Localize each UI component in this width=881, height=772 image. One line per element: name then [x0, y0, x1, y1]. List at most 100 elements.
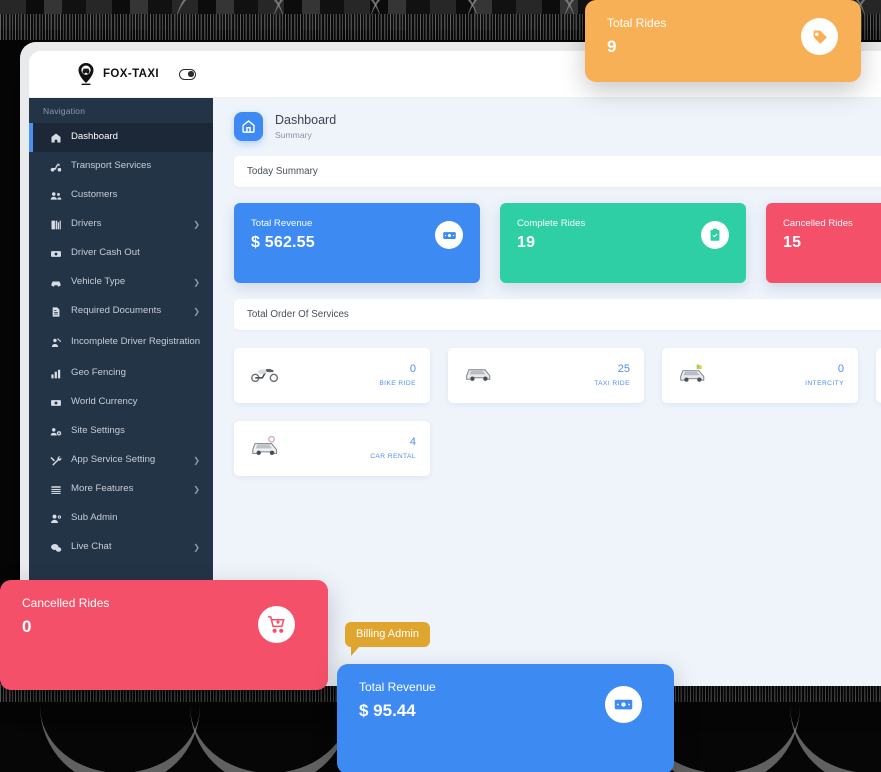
sidebar-item-label: Incomplete Driver Registration [71, 336, 201, 348]
sidebar-title: Navigation [43, 106, 86, 116]
settings-users-icon [49, 426, 62, 438]
service-count: 4 [409, 436, 416, 448]
sidebar-item-label: Sub Admin [71, 512, 118, 524]
sidebar-item-label: Vehicle Type [71, 276, 126, 288]
page-subtitle: Summary [275, 129, 312, 140]
cash-icon [49, 248, 62, 260]
service-name: CAR RENTAL [370, 453, 416, 460]
service-name: BIKE RIDE [379, 380, 416, 387]
decorative-scallop [40, 700, 200, 772]
cart-icon [258, 606, 295, 643]
service-card-row-1: 0 BIKE RIDE 25 TAXI RIDE 0 INTERCITY [234, 348, 881, 403]
sidebar-item-customers[interactable]: Customers [29, 181, 213, 210]
money-icon [49, 397, 62, 409]
sidebar-item-label: Transport Services [71, 160, 152, 172]
tools-icon [49, 455, 62, 467]
chevron-right-icon: ❯ [193, 543, 200, 552]
home-icon [234, 112, 263, 141]
users-icon [49, 190, 62, 202]
sidebar-item-label: Geo Fencing [71, 367, 126, 379]
service-card-bike-ride[interactable]: 0 BIKE RIDE [234, 348, 430, 403]
chevron-right-icon: ❯ [193, 278, 200, 287]
brand[interactable]: FOX-TAXI [75, 62, 159, 86]
id-card-icon [49, 219, 62, 231]
service-name: TAXI RIDE [594, 380, 630, 387]
stat-card-total-revenue[interactable]: Total Revenue $ 562.55 [234, 203, 480, 283]
service-card-taxi-ride[interactable]: 25 TAXI RIDE [448, 348, 644, 403]
toggle-switch-icon[interactable] [179, 68, 197, 80]
tooltip-label: Billing Admin [356, 628, 419, 640]
chevron-right-icon: ❯ [193, 220, 200, 229]
chevron-right-icon: ❯ [193, 307, 200, 316]
sidebar-item-more-features[interactable]: More Features ❯ [29, 475, 213, 504]
chevron-right-icon: ❯ [193, 485, 200, 494]
brand-name: FOX-TAXI [103, 68, 160, 80]
sidebar-item-required-documents[interactable]: Required Documents ❯ [29, 297, 213, 326]
sidebar-item-dashboard[interactable]: Dashboard [29, 123, 213, 152]
chevron-right-icon: ❯ [193, 456, 200, 465]
car-icon [464, 364, 496, 387]
sidebar-item-transport-services[interactable]: Transport Services [29, 152, 213, 181]
car-city-icon [678, 363, 710, 388]
tooltip-billing-admin: Billing Admin [345, 622, 430, 656]
total-orders-panel: Total Order Of Services [234, 299, 881, 330]
sidebar-item-incomplete-driver-registration[interactable]: Incomplete Driver Registration [29, 326, 213, 359]
sidebar-item-site-settings[interactable]: Site Settings [29, 417, 213, 446]
clipboard-check-icon [701, 221, 729, 249]
sidebar-item-drivers[interactable]: Drivers ❯ [29, 210, 213, 239]
today-summary-panel: Today Summary [234, 156, 881, 187]
page-title: Dashboard [275, 113, 337, 128]
overlay-card-total-revenue[interactable]: Total Revenue $ 95.44 [337, 664, 674, 772]
sidebar-item-driver-cash-out[interactable]: Driver Cash Out [29, 239, 213, 268]
sidebar-item-label: App Service Setting [71, 454, 156, 466]
sidebar-item-live-chat[interactable]: Live Chat ❯ [29, 533, 213, 562]
stat-value: 15 [783, 234, 802, 251]
scooter-icon [250, 363, 280, 388]
sidebar-item-label: Driver Cash Out [71, 247, 140, 259]
sidebar-item-label: Customers [71, 189, 118, 201]
service-card[interactable] [876, 348, 881, 403]
sidebar-item-label: Site Settings [71, 425, 125, 437]
overlay-card-total-rides[interactable]: Total Rides 9 [585, 0, 861, 82]
stat-card-complete-rides[interactable]: Complete Rides 19 [500, 203, 746, 283]
stat-card-row: Total Revenue $ 562.55 Complete Rides 19 Can… [234, 203, 881, 283]
motorbike-icon [49, 161, 62, 173]
stat-card-cancelled-rides[interactable]: Cancelled Rides 15 [766, 203, 881, 283]
sidebar-item-vehicle-type[interactable]: Vehicle Type ❯ [29, 268, 213, 297]
service-card-row-2: 4 CAR RENTAL [234, 421, 881, 476]
list-icon [49, 484, 62, 496]
decorative-scallop [190, 700, 350, 772]
chat-icon [49, 542, 62, 554]
sidebar-item-world-currency[interactable]: World Currency [29, 388, 213, 417]
sidebar-item-label: World Currency [71, 396, 138, 408]
screenshot-root: FOX-TAXI Navigation Dashboard Transport S… [0, 0, 881, 772]
sidebar-item-geo-fencing[interactable]: Geo Fencing [29, 359, 213, 388]
user-alert-icon [49, 337, 62, 349]
sidebar-item-label: Live Chat [71, 541, 112, 553]
tags-icon [801, 18, 838, 55]
stat-label: Cancelled Rides [783, 218, 853, 229]
service-count: 0 [837, 363, 844, 375]
map-area-icon [49, 368, 62, 380]
service-name: INTERCITY [805, 380, 844, 387]
sidebar-item-label: Drivers [71, 218, 102, 230]
document-icon [49, 306, 62, 318]
home-icon [49, 132, 62, 144]
sidebar-item-label: Required Documents [71, 305, 162, 317]
overlay-card-cancelled-rides[interactable]: Cancelled Rides 0 [0, 580, 328, 690]
sidebar-item-sub-admin[interactable]: Sub Admin [29, 504, 213, 533]
service-count: 25 [617, 363, 630, 375]
user-gear-icon [49, 513, 62, 525]
sidebar-item-label: Dashboard [71, 131, 118, 143]
sidebar-nav-list: Dashboard Transport Services Customers Driv… [29, 123, 213, 562]
service-card-car-rental[interactable]: 4 CAR RENTAL [234, 421, 430, 476]
sidebar-item-label: More Features [71, 483, 134, 495]
service-count: 0 [409, 363, 416, 375]
sidebar-item-app-service-setting[interactable]: App Service Setting ❯ [29, 446, 213, 475]
decorative-scallop [790, 700, 881, 772]
car-key-icon [250, 435, 283, 462]
car-icon [49, 277, 62, 289]
map-pin-taxi-icon [75, 62, 97, 86]
service-card-intercity[interactable]: 0 INTERCITY [662, 348, 858, 403]
cash-note-icon [435, 221, 463, 249]
